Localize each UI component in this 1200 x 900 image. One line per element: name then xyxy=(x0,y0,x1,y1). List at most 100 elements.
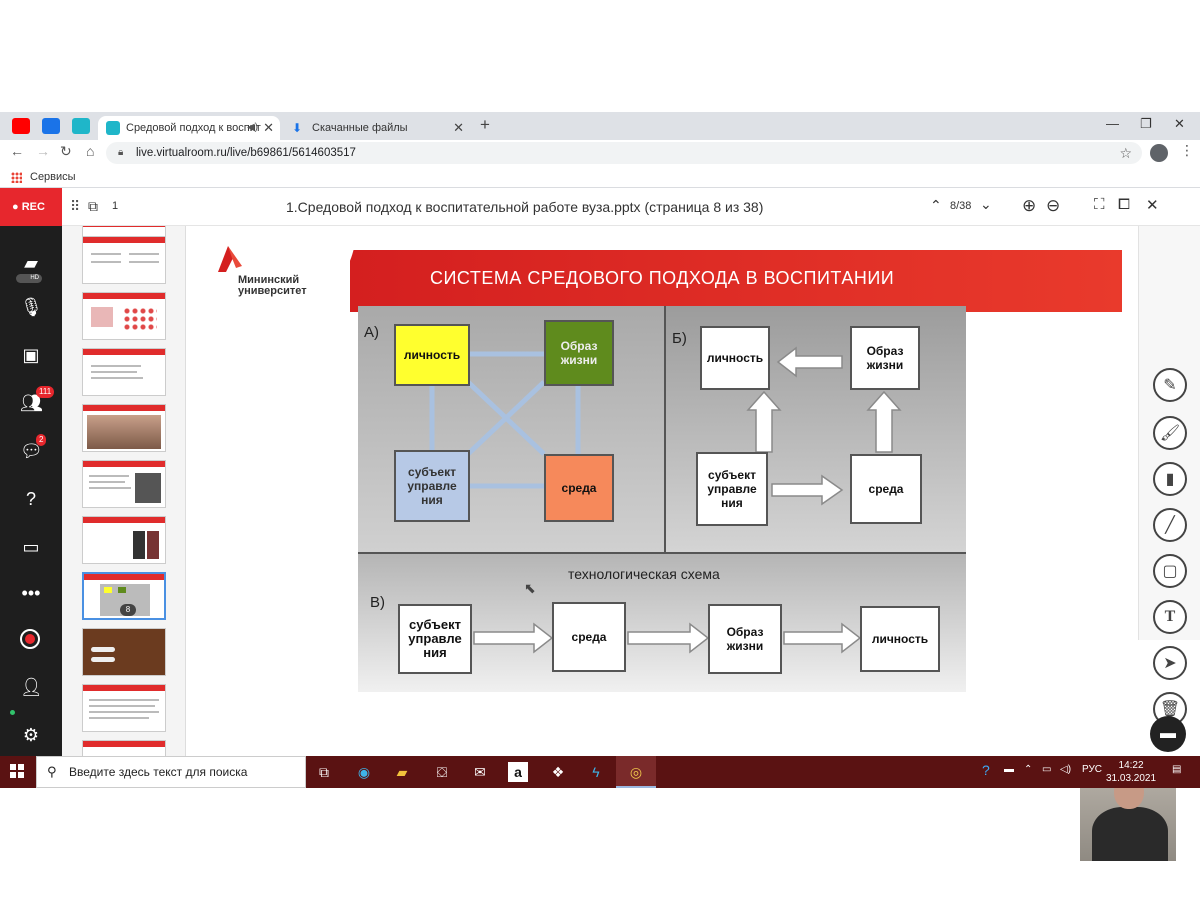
file-explorer-icon[interactable]: ▰ xyxy=(392,762,412,782)
more-icon[interactable]: ••• xyxy=(20,582,42,604)
taskbar-search-input[interactable]: ⚲ Введите здесь текст для поиска xyxy=(36,756,306,788)
tray-expand-icon[interactable]: ⌃ xyxy=(1024,764,1032,775)
settings-gear-icon[interactable]: ⚙ xyxy=(20,724,42,746)
speaker-body xyxy=(1092,807,1168,861)
url-text: live.virtualroom.ru/live/b69861/56146035… xyxy=(136,147,356,159)
close-viewer-icon[interactable]: ✕ xyxy=(1146,196,1159,214)
slide-thumbnail[interactable] xyxy=(82,516,166,564)
edge-icon[interactable]: ◉ xyxy=(354,762,374,782)
task-view-icon[interactable]: ⧉ xyxy=(314,762,334,782)
box-lichnost: личность xyxy=(860,606,940,672)
rec-indicator[interactable]: ● REC xyxy=(0,188,62,226)
university-logo: Мининский университет xyxy=(200,230,356,312)
zoom-out-icon[interactable]: ⊖ xyxy=(1046,196,1060,216)
prev-page-icon[interactable]: ⌃ xyxy=(930,197,942,214)
app-icon[interactable]: ϟ xyxy=(586,762,606,782)
next-page-icon[interactable]: ⌄ xyxy=(980,196,992,213)
pointer-tool-icon[interactable]: ➤ xyxy=(1153,646,1187,680)
minimize-icon[interactable]: — xyxy=(1106,116,1119,131)
new-tab-button[interactable]: + xyxy=(480,115,490,135)
notifications-icon[interactable]: ▤ xyxy=(1172,764,1181,775)
room-sidebar: ● REC ▰ HD 🎙︎ ▣ 👥︎ 111 💬︎ 2 ? ▭ ••• 👤︎ ⚙ xyxy=(0,188,62,756)
box-obraz: Образ жизни xyxy=(850,326,920,390)
save-board-icon[interactable]: ▬ xyxy=(1150,716,1186,752)
youtube-tab-icon[interactable] xyxy=(12,118,30,134)
profile-avatar-icon[interactable] xyxy=(1150,144,1168,162)
slide-thumbnail[interactable] xyxy=(82,628,166,676)
box-text: Образ жизни xyxy=(726,625,764,653)
speaker-icon[interactable]: ◀) xyxy=(247,116,258,140)
battery-icon[interactable]: ▭ xyxy=(1042,764,1051,775)
user-tray-icon[interactable]: ▬ xyxy=(1004,764,1014,775)
reload-icon[interactable]: ↻ xyxy=(60,143,72,160)
box-text: среда xyxy=(868,482,904,496)
microphone-icon[interactable]: 🎙︎ xyxy=(20,296,43,318)
bookmark-apps[interactable]: Сервисы xyxy=(30,166,76,188)
tab-active[interactable]: Средовой подход к воспит ◀) ✕ xyxy=(98,116,280,140)
slide-thumbnail[interactable] xyxy=(82,404,166,452)
slide-thumbnail[interactable] xyxy=(82,684,166,732)
marker-tool-icon[interactable]: ▮ xyxy=(1153,462,1187,496)
status-dot xyxy=(10,710,15,715)
hd-toggle[interactable]: HD xyxy=(16,274,42,283)
dropbox-icon[interactable]: ❖ xyxy=(548,762,568,782)
layout-icon[interactable]: ⧉ xyxy=(88,198,98,215)
box-text: субъект управле ния xyxy=(408,617,462,660)
screen-share-icon[interactable]: ▭ xyxy=(20,536,42,558)
store-icon[interactable]: ⛋ xyxy=(432,762,452,782)
chrome-icon[interactable]: ◎ xyxy=(626,762,646,782)
room-tab-icon[interactable] xyxy=(72,118,90,134)
url-input[interactable]: 🔒︎ live.virtualroom.ru/live/b69861/56146… xyxy=(106,142,1142,164)
home-icon[interactable]: ⌂ xyxy=(86,143,94,159)
taskbar-clock[interactable]: 14:22 31.03.2021 xyxy=(1106,759,1156,785)
close-tab-icon[interactable]: ✕ xyxy=(263,116,274,140)
mail-tab-icon[interactable] xyxy=(42,118,60,134)
slide-thumbnail[interactable] xyxy=(82,460,166,508)
bookmark-star-icon[interactable]: ☆ xyxy=(1119,142,1132,164)
restore-icon[interactable]: ❐ xyxy=(1140,116,1152,132)
slide-thumbnail[interactable] xyxy=(82,348,166,396)
drag-handle-icon[interactable]: ⠿ xyxy=(70,198,80,215)
slide-thumbnail[interactable] xyxy=(82,740,166,756)
close-tab-icon[interactable]: ✕ xyxy=(453,116,464,140)
box-text: среда xyxy=(561,481,597,495)
back-icon[interactable]: ← xyxy=(10,143,24,159)
add-user-icon[interactable]: 👤︎ xyxy=(20,676,43,698)
brush-tool-icon[interactable]: 🖌︎ xyxy=(1153,416,1187,450)
box-text: личность xyxy=(871,632,929,646)
pen-tool-icon[interactable]: ✎ xyxy=(1153,368,1187,402)
record-button[interactable] xyxy=(20,629,40,649)
tab-downloads[interactable]: ⬇ Скачанные файлы ✕ xyxy=(284,116,470,140)
close-window-icon[interactable]: ✕ xyxy=(1174,116,1185,132)
box-subject: субъект управле ния xyxy=(696,452,768,526)
participants-count-badge: 111 xyxy=(36,386,55,398)
slide-thumbnail[interactable] xyxy=(82,292,166,340)
lock-icon[interactable]: 🔒︎ xyxy=(118,142,123,164)
amazon-icon[interactable]: a xyxy=(508,762,528,782)
user-card-icon[interactable]: ▣ xyxy=(20,344,42,366)
help-icon[interactable]: ? xyxy=(982,762,990,778)
fit-window-icon[interactable]: ⧠ xyxy=(1118,196,1130,213)
page-indicator[interactable]: 8/38 xyxy=(950,200,971,212)
text-tool-icon[interactable]: T xyxy=(1153,600,1187,634)
zoom-in-icon[interactable]: ⊕ xyxy=(1022,196,1036,216)
keyboard-language[interactable]: РУС xyxy=(1082,764,1102,775)
line-tool-icon[interactable]: ╱ xyxy=(1153,508,1187,542)
camera-icon[interactable]: ▰ xyxy=(20,252,42,274)
rectangle-tool-icon[interactable]: ▢ xyxy=(1153,554,1187,588)
question-icon[interactable]: ? xyxy=(20,488,42,510)
slide-thumbnail-current[interactable]: 8 xyxy=(82,572,166,620)
apps-grid-icon[interactable] xyxy=(11,172,22,183)
windows-start-icon[interactable] xyxy=(10,764,24,778)
fullscreen-icon[interactable]: ⛶ xyxy=(1094,196,1105,213)
mouse-cursor-icon: ⬉ xyxy=(524,580,536,596)
box-lichnost: личность xyxy=(394,324,470,386)
slide-thumbnail[interactable] xyxy=(82,236,166,284)
forward-icon[interactable]: → xyxy=(36,143,50,159)
university-logo-mark xyxy=(218,246,242,272)
windows-taskbar: ⚲ Введите здесь текст для поиска ⧉ ◉ ▰ ⛋… xyxy=(0,756,1200,788)
box-obraz: Образ жизни xyxy=(708,604,782,674)
browser-menu-icon[interactable]: ⋮ xyxy=(1180,142,1194,159)
mail-icon[interactable]: ✉ xyxy=(470,762,490,782)
volume-icon[interactable]: ◁) xyxy=(1060,764,1071,775)
